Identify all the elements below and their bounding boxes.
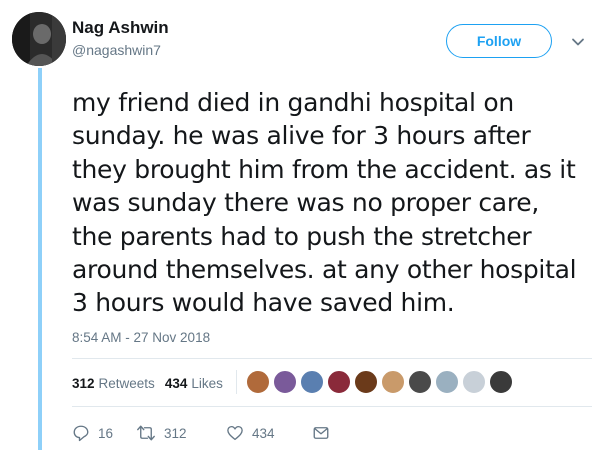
author-avatar[interactable] [12, 12, 66, 66]
retweets-label: Retweets [98, 376, 155, 391]
retweet-count: 312 [164, 425, 187, 441]
liker-avatar[interactable] [462, 370, 486, 394]
reply-count: 16 [98, 425, 114, 441]
retweets-stat[interactable]: 312 Retweets [72, 376, 155, 391]
tweet-stats: 312 Retweets 434 Likes [72, 376, 233, 391]
stats-separator [236, 370, 237, 394]
reply-icon [73, 425, 89, 442]
liker-avatar[interactable] [327, 370, 351, 394]
retweets-count: 312 [72, 376, 95, 391]
likes-label: Likes [191, 376, 223, 391]
liker-avatar[interactable] [273, 370, 297, 394]
liker-avatar[interactable] [246, 370, 270, 394]
like-button[interactable]: 434 [226, 424, 312, 442]
author-handle[interactable]: @nagashwin7 [72, 42, 161, 58]
retweet-icon [137, 425, 155, 441]
chevron-down-icon[interactable] [570, 34, 586, 50]
like-count: 434 [252, 425, 275, 441]
tweet-actions: 16 312 434 [72, 424, 330, 442]
direct-message-button[interactable] [312, 424, 330, 442]
liker-avatar[interactable] [300, 370, 324, 394]
heart-icon [227, 425, 243, 441]
reply-button[interactable]: 16 [72, 424, 136, 442]
liker-avatar[interactable] [435, 370, 459, 394]
follow-button[interactable]: Follow [446, 24, 552, 58]
likes-count: 434 [164, 376, 188, 391]
envelope-icon [313, 427, 329, 439]
tweet-text: my friend died in gandhi hospital on sun… [72, 88, 577, 318]
divider [72, 406, 592, 407]
tweet-timestamp[interactable]: 8:54 AM - 27 Nov 2018 [72, 330, 210, 345]
liker-avatars [246, 370, 516, 394]
divider [72, 358, 592, 359]
liker-avatar[interactable] [408, 370, 432, 394]
liker-avatar[interactable] [381, 370, 405, 394]
liker-avatar[interactable] [354, 370, 378, 394]
author-name[interactable]: Nag Ashwin [72, 18, 169, 38]
likes-stat[interactable]: 434 Likes [165, 376, 223, 391]
thread-line [38, 68, 42, 450]
liker-avatar[interactable] [489, 370, 513, 394]
retweet-button[interactable]: 312 [136, 424, 226, 442]
